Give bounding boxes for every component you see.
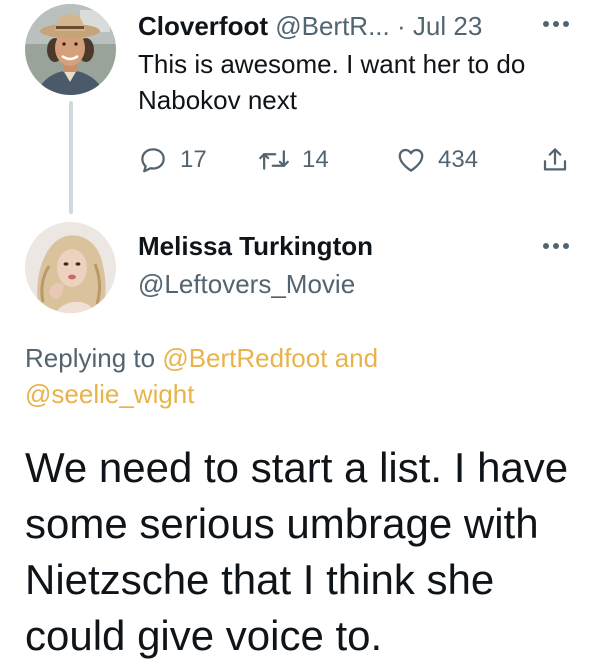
user-handle[interactable]: @BertR...: [275, 11, 390, 41]
like-button[interactable]: 434: [396, 142, 478, 178]
display-name[interactable]: Cloverfoot: [138, 11, 268, 41]
tweet-text-line: We need to start a list. I have: [25, 444, 569, 491]
replying-to-label: Replying to: [25, 343, 156, 373]
avatar[interactable]: [25, 222, 116, 313]
like-icon: [398, 148, 424, 172]
tweet-date[interactable]: Jul 23: [413, 11, 482, 41]
user-avatar-woman-icon: [25, 222, 116, 313]
retweet-button[interactable]: 14: [258, 142, 329, 178]
replying-to: Replying to @BertRedfoot and @seelie_wig…: [25, 340, 565, 412]
tweet-text-line: Nietzsche that I think she: [25, 556, 495, 603]
more-options-icon[interactable]: [538, 14, 574, 34]
retweet-icon: [259, 150, 289, 170]
reply-button[interactable]: 17: [138, 142, 207, 178]
tweet-text-line: This is awesome. I want her to do: [138, 49, 526, 79]
tweet-text: This is awesome. I want her to do Naboko…: [138, 46, 578, 118]
tweet-text-line: some serious umbrage with: [25, 500, 539, 547]
tweet-header: Cloverfoot @BertR... · Jul 23: [138, 8, 578, 44]
more-options-icon[interactable]: [538, 236, 574, 256]
avatar[interactable]: [25, 4, 116, 95]
thread-connector-line: [69, 101, 73, 214]
tweet-text: We need to start a list. I have some ser…: [25, 440, 585, 664]
mention-joiner: and: [334, 343, 379, 373]
display-name[interactable]: Melissa Turkington: [138, 228, 373, 264]
mention-link[interactable]: @BertRedfoot: [162, 343, 327, 373]
retweet-count: 14: [302, 146, 329, 173]
mention-link[interactable]: @seelie_wight: [25, 379, 194, 409]
tweet-text-line: could give voice to.: [25, 612, 383, 659]
reply-count: 17: [180, 146, 207, 173]
header-separator: ·: [397, 11, 406, 41]
reply-icon: [141, 148, 165, 173]
tweet-text-line: Nabokov next: [138, 85, 297, 115]
share-icon: [543, 148, 567, 171]
user-handle[interactable]: @Leftovers_Movie: [138, 266, 355, 302]
like-count: 434: [438, 146, 479, 173]
share-button[interactable]: [540, 142, 570, 178]
user-avatar-cowboy-hat-icon: [25, 4, 116, 95]
